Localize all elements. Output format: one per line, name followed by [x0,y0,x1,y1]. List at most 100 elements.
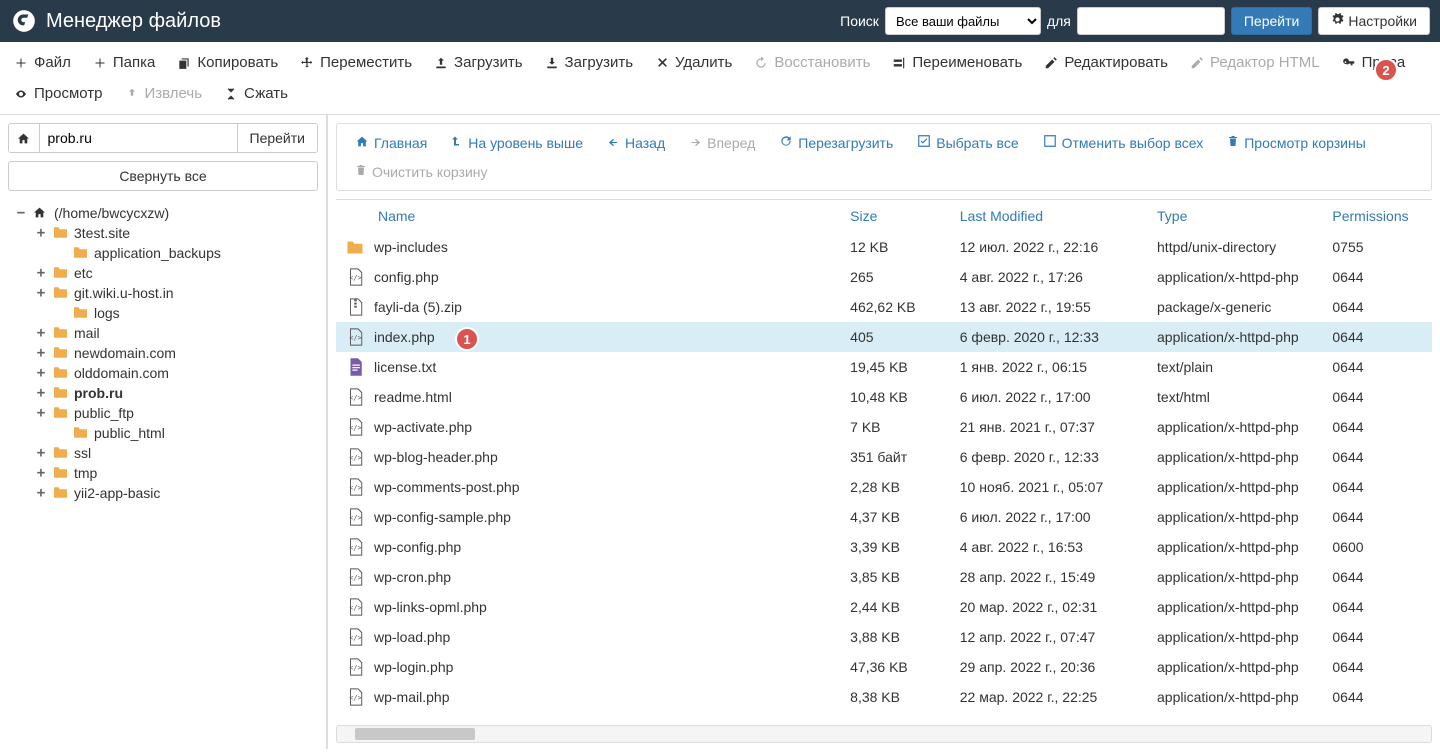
html-icon [1190,56,1204,70]
tree-item[interactable]: +mail [34,323,326,343]
expand-icon[interactable]: + [34,365,48,381]
file-perms: 0644 [1322,622,1432,652]
toolbar-view-button[interactable]: Просмотр [4,79,113,108]
nav-back-button[interactable]: Назад [597,130,675,155]
tree-item[interactable]: +ssl [34,443,326,463]
delete-icon [655,56,669,70]
toolbar-file-button[interactable]: Файл [4,48,81,77]
folder-icon [52,226,70,240]
toolbar-download-button[interactable]: Загрузить [535,48,644,77]
table-row[interactable]: </>wp-mail.php8,38 KB22 мар. 2022 г., 22… [336,682,1432,712]
nav-deselect-button[interactable]: Отменить выбор всех [1033,130,1214,155]
plus-icon [14,56,28,70]
table-row[interactable]: wp-includes12 KB12 июл. 2022 г., 22:16ht… [336,232,1432,262]
nav-home-button[interactable]: Главная [345,130,437,155]
search-input[interactable] [1077,7,1225,35]
tree-root[interactable]: −(/home/bwcycxzw) [14,203,326,223]
table-row[interactable]: fayli-da (5).zip462,62 KB13 авг. 2022 г.… [336,292,1432,322]
path-input[interactable] [40,124,237,152]
toolbar-edit-button[interactable]: Редактировать [1034,48,1178,77]
file-list: Name Size Last Modified Type Permissions… [336,199,1432,725]
horizontal-scrollbar[interactable] [336,725,1432,743]
nav-selectall-button[interactable]: Выбрать все [907,130,1028,155]
nav-reload-button[interactable]: Перезагрузить [769,130,903,155]
tree-item[interactable]: +tmp [34,463,326,483]
expand-icon[interactable]: + [34,405,48,421]
folder-icon [52,446,70,460]
expand-icon[interactable]: + [34,385,48,401]
tree-item[interactable]: +prob.ru [34,383,326,403]
table-row[interactable]: </>wp-config-sample.php4,37 KB6 июл. 202… [336,502,1432,532]
search-label: Поиск [840,13,879,29]
toolbar-upload-button[interactable]: Загрузить [424,48,533,77]
tree-item[interactable]: public_html [54,423,326,443]
file-perms: 0644 [1322,562,1432,592]
col-modified[interactable]: Last Modified [950,200,1147,232]
expand-icon[interactable]: + [34,445,48,461]
file-type: text/html [1147,382,1322,412]
nav-up-button[interactable]: На уровень выше [441,130,593,155]
table-row[interactable]: </>readme.html10,48 KB6 июл. 2022 г., 17… [336,382,1432,412]
table-row[interactable]: </>wp-comments-post.php2,28 KB10 нояб. 2… [336,472,1432,502]
collapse-icon[interactable]: − [14,205,28,221]
table-row[interactable]: </>wp-load.php3,88 KB12 апр. 2022 г., 07… [336,622,1432,652]
col-name[interactable]: Name [336,200,840,232]
expand-icon[interactable]: + [34,345,48,361]
file-perms: 0644 [1322,592,1432,622]
file-name: readme.html [374,389,452,405]
toolbar-delete-button[interactable]: Удалить [645,48,742,77]
toolbar-move-button[interactable]: Переместить [290,48,422,77]
svg-text:</>: </> [349,574,361,582]
tree-item[interactable]: logs [54,303,326,323]
svg-text:</>: </> [349,424,361,432]
expand-icon[interactable]: + [34,325,48,341]
svg-text:</>: </> [349,454,361,462]
expand-icon[interactable]: + [34,285,48,301]
file-type-icon: </> [346,508,364,526]
file-perms: 0644 [1322,472,1432,502]
table-row[interactable]: </>wp-links-opml.php2,44 KB20 мар. 2022 … [336,592,1432,622]
table-row[interactable]: </>wp-cron.php3,85 KB28 апр. 2022 г., 15… [336,562,1432,592]
tree-item[interactable]: +git.wiki.u-host.in [34,283,326,303]
toolbar-folder-button[interactable]: Папка [83,48,165,77]
expand-icon[interactable]: + [34,265,48,281]
col-type[interactable]: Type [1147,200,1322,232]
path-home-button[interactable] [9,124,40,152]
table-row[interactable]: </>wp-activate.php7 KB21 янв. 2021 г., 0… [336,412,1432,442]
table-row[interactable]: </>config.php2654 авг. 2022 г., 17:26app… [336,262,1432,292]
file-modified: 10 нояб. 2021 г., 05:07 [950,472,1147,502]
table-row[interactable]: </>wp-config.php3,39 KB4 авг. 2022 г., 1… [336,532,1432,562]
table-row[interactable]: </>wp-blog-header.php351 байт6 февр. 202… [336,442,1432,472]
file-modified: 4 авг. 2022 г., 16:53 [950,532,1147,562]
path-go-button[interactable]: Перейти [237,124,317,152]
settings-button[interactable]: Настройки [1318,7,1430,35]
tree-item[interactable]: +3test.site [34,223,326,243]
nav-viewtrash-button[interactable]: Просмотр корзины [1217,130,1376,155]
expand-icon[interactable]: + [34,225,48,241]
file-size: 3,39 KB [840,532,950,562]
table-row[interactable]: </>wp-login.php47,36 KB29 апр. 2022 г., … [336,652,1432,682]
col-size[interactable]: Size [840,200,950,232]
nav-emptytrash-button: Очистить корзину [345,159,498,184]
expand-icon[interactable]: + [34,485,48,501]
collapse-all-button[interactable]: Свернуть все [8,161,318,191]
tree-item[interactable]: +olddomain.com [34,363,326,383]
table-row[interactable]: </>index.php4056 февр. 2020 г., 12:33app… [336,322,1432,352]
search-scope-select[interactable]: Все ваши файлы [885,7,1041,35]
toolbar-rename-button[interactable]: Переименовать [882,48,1032,77]
nav-toolbar: ГлавнаяНа уровень вышеНазадВпередПерезаг… [336,123,1432,191]
file-name: fayli-da (5).zip [374,299,462,315]
expand-icon[interactable]: + [34,465,48,481]
toolbar-compress-button[interactable]: Сжать [214,79,298,108]
tree-item[interactable]: application_backups [54,243,326,263]
tree-item[interactable]: +etc [34,263,326,283]
file-perms: 0644 [1322,292,1432,322]
tree-item[interactable]: +public_ftp [34,403,326,423]
tree-item[interactable]: +newdomain.com [34,343,326,363]
toolbar-copy-button[interactable]: Копировать [167,48,288,77]
tree-item[interactable]: +yii2-app-basic [34,483,326,503]
file-size: 462,62 KB [840,292,950,322]
col-perms[interactable]: Permissions [1322,200,1432,232]
table-row[interactable]: license.txt19,45 KB1 янв. 2022 г., 06:15… [336,352,1432,382]
search-go-button[interactable]: Перейти [1231,7,1312,35]
